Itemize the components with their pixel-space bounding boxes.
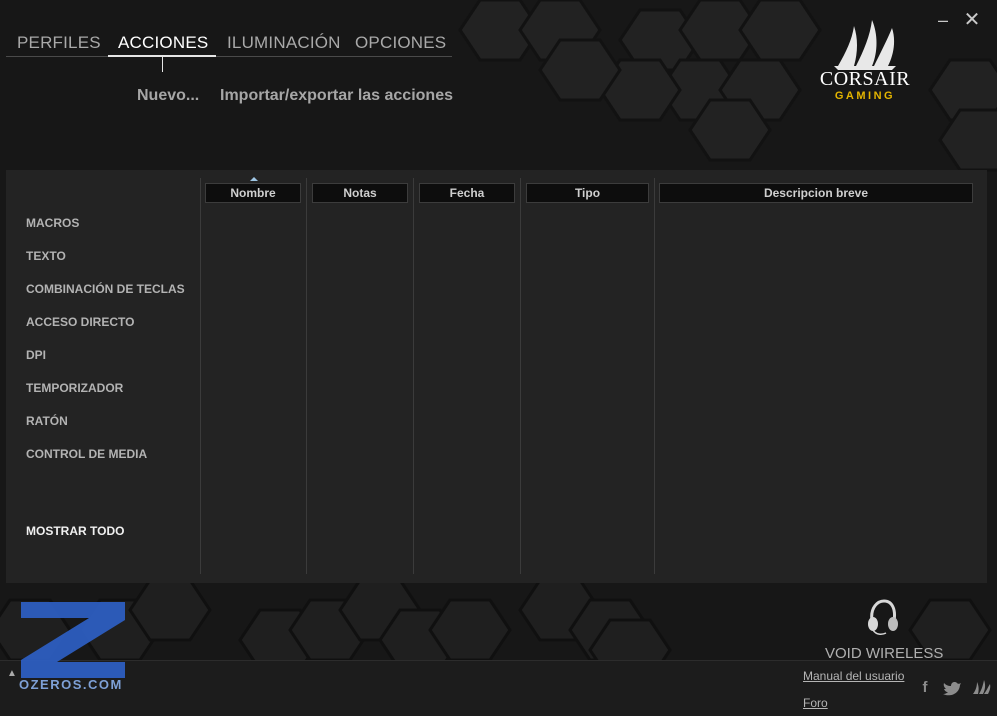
category-texto[interactable]: TEXTO	[26, 249, 66, 263]
column-header-descripcion[interactable]: Descripcion breve	[659, 183, 973, 203]
category-combinacion-teclas[interactable]: COMBINACIÓN DE TECLAS	[26, 282, 185, 296]
column-divider	[306, 178, 307, 574]
category-raton[interactable]: RATÓN	[26, 414, 68, 428]
active-tab-tick	[162, 57, 163, 72]
category-temporizador[interactable]: TEMPORIZADOR	[26, 381, 123, 395]
close-button[interactable]: ✕	[962, 10, 982, 30]
nav-divider	[6, 56, 452, 57]
brand-name: CORSAIR	[819, 68, 911, 90]
minimize-button[interactable]: –	[933, 10, 953, 30]
facebook-icon[interactable]: f	[915, 679, 935, 697]
category-control-media[interactable]: CONTROL DE MEDIA	[26, 447, 147, 461]
brand-tagline: GAMING	[834, 90, 896, 102]
watermark-text: OZEROS.COM	[19, 677, 123, 692]
twitter-icon[interactable]	[943, 679, 963, 697]
column-divider	[654, 178, 655, 574]
tab-perfiles[interactable]: PERFILES	[17, 33, 101, 53]
category-dpi[interactable]: DPI	[26, 348, 46, 362]
corsair-icon[interactable]	[971, 679, 991, 697]
column-header-nombre[interactable]: Nombre	[205, 183, 301, 203]
column-divider	[200, 178, 201, 574]
tab-acciones[interactable]: ACCIONES	[118, 33, 208, 53]
device-name: VOID WIRELESS	[825, 645, 944, 662]
import-export-button[interactable]: Importar/exportar las acciones	[220, 87, 453, 105]
tab-iluminacion[interactable]: ILUMINACIÓN	[227, 33, 341, 53]
column-divider	[520, 178, 521, 574]
category-macros[interactable]: MACROS	[26, 216, 79, 230]
column-header-fecha[interactable]: Fecha	[419, 183, 515, 203]
forum-link[interactable]: Foro	[803, 696, 828, 710]
tab-opciones[interactable]: OPCIONES	[355, 33, 446, 53]
column-header-notas[interactable]: Notas	[312, 183, 408, 203]
user-manual-link[interactable]: Manual del usuario	[803, 669, 904, 683]
actions-panel	[6, 170, 987, 583]
show-all-button[interactable]: MOSTRAR TODO	[26, 524, 124, 538]
headset-icon[interactable]	[862, 597, 902, 637]
expand-up-icon[interactable]: ▲	[7, 668, 17, 679]
column-header-tipo[interactable]: Tipo	[526, 183, 649, 203]
category-acceso-directo[interactable]: ACCESO DIRECTO	[26, 315, 134, 329]
sort-ascending-icon	[250, 177, 258, 181]
new-action-button[interactable]: Nuevo...	[137, 87, 199, 105]
column-divider	[413, 178, 414, 574]
